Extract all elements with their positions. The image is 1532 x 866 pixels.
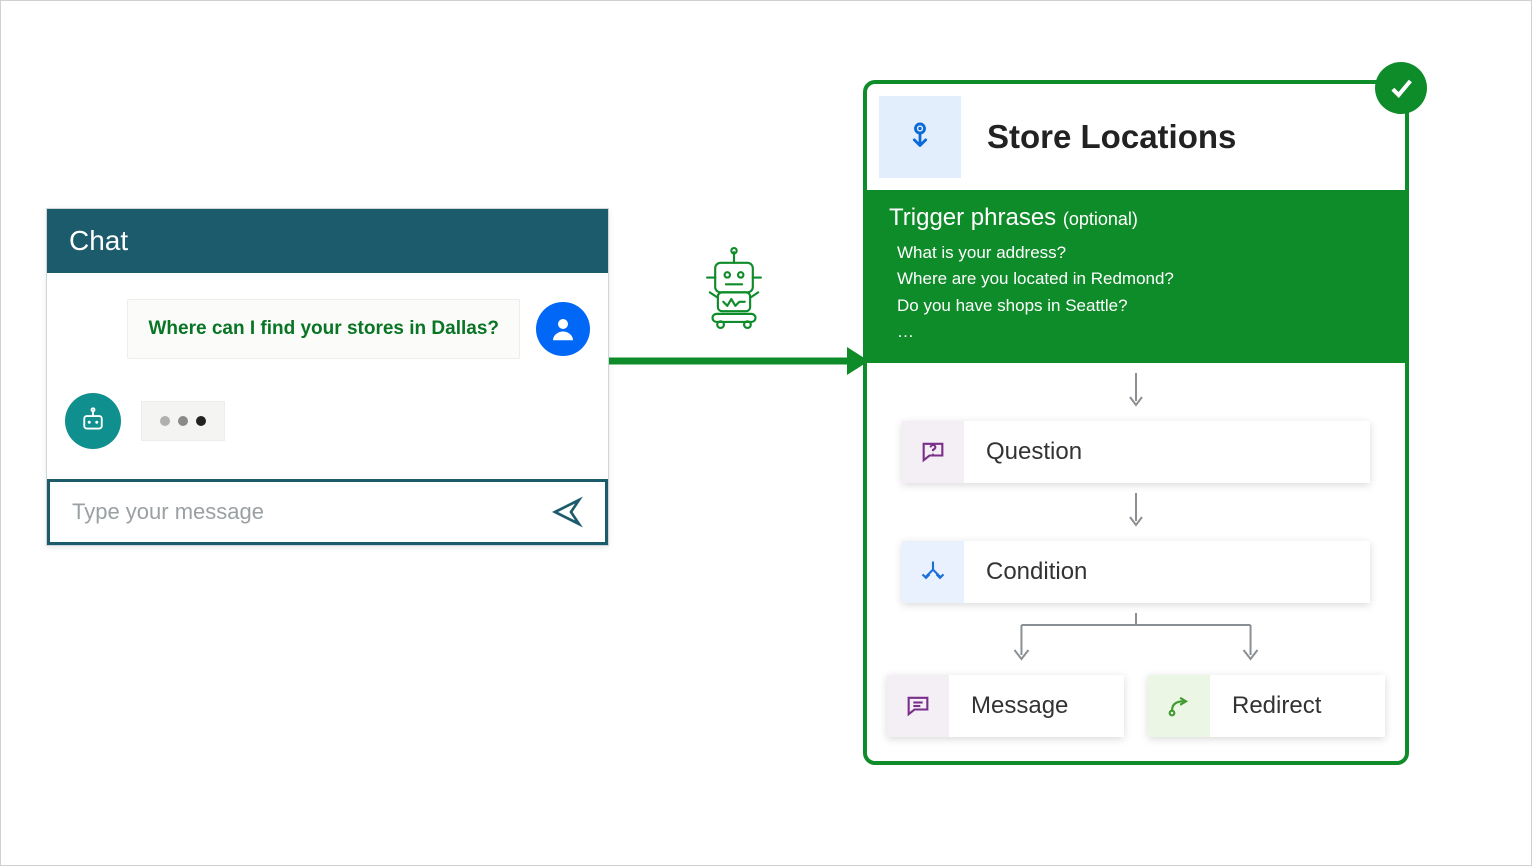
chat-window: Chat Where can I find your stores in Dal… (46, 208, 609, 546)
branch-connector-icon (887, 613, 1385, 665)
message-node-label: Message (949, 675, 1068, 737)
trigger-phrase-item: Do you have shops in Seattle? (897, 293, 1383, 319)
trigger-phrases-heading: Trigger phrases (optional) (889, 204, 1383, 232)
trigger-phrase-item: What is your address? (897, 240, 1383, 266)
typing-dot-icon (196, 416, 206, 426)
question-node-label: Question (964, 421, 1082, 483)
typing-dot-icon (178, 416, 188, 426)
robot-icon (691, 244, 777, 330)
connector-arrow-icon (887, 373, 1385, 411)
connector-arrow-icon (887, 493, 1385, 531)
message-icon (887, 675, 949, 737)
trigger-phrases-list: What is your address? Where are you loca… (889, 240, 1383, 345)
topic-title: Store Locations (987, 118, 1236, 156)
trigger-phrase-item: … (897, 319, 1383, 345)
typing-indicator (141, 401, 225, 441)
condition-node-label: Condition (964, 541, 1087, 603)
message-node[interactable]: Message (887, 675, 1124, 737)
checkmark-icon (1375, 62, 1427, 114)
chat-user-message: Where can I find your stores in Dallas? (127, 299, 520, 359)
topic-nav-icon (879, 96, 961, 178)
chat-input-bar[interactable] (47, 479, 608, 545)
topic-card: Store Locations Trigger phrases (optiona… (863, 80, 1409, 765)
trigger-heading-text: Trigger phrases (889, 204, 1056, 231)
redirect-icon (1148, 675, 1210, 737)
trigger-phrase-item: Where are you located in Redmond? (897, 266, 1383, 292)
bot-avatar-icon (65, 393, 121, 449)
condition-node[interactable]: Condition (902, 541, 1370, 603)
trigger-optional-text: (optional) (1063, 209, 1138, 229)
send-icon[interactable] (551, 496, 583, 528)
redirect-node[interactable]: Redirect (1148, 675, 1385, 737)
chat-user-row: Where can I find your stores in Dallas? (65, 299, 590, 359)
chat-bot-row (65, 393, 590, 449)
chat-body: Where can I find your stores in Dallas? (47, 273, 608, 479)
flow-arrow-icon (609, 331, 869, 391)
flow-area: Question Condition (867, 373, 1405, 761)
topic-header: Store Locations (867, 84, 1405, 190)
trigger-phrases-block: Trigger phrases (optional) What is your … (867, 190, 1405, 363)
user-avatar-icon (536, 302, 590, 356)
question-node[interactable]: Question (902, 421, 1370, 483)
question-icon (902, 421, 964, 483)
chat-header-title: Chat (47, 209, 608, 273)
redirect-node-label: Redirect (1210, 675, 1321, 737)
chat-message-input[interactable] (72, 499, 539, 525)
condition-icon (902, 541, 964, 603)
typing-dot-icon (160, 416, 170, 426)
